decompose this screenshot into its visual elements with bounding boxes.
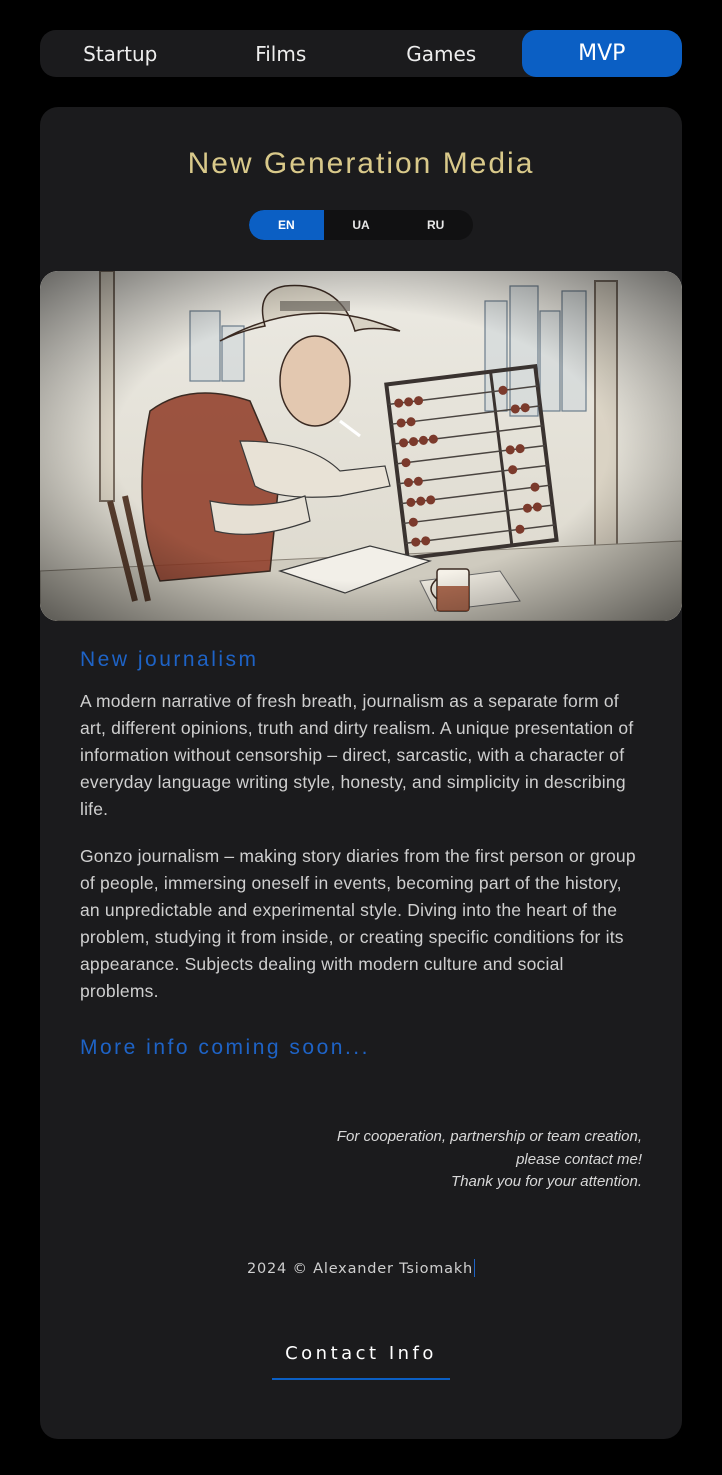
paragraph-gonzo-journalism: Gonzo journalism – making story diaries … xyxy=(80,846,636,1001)
journalist-abacus-illustration xyxy=(40,271,682,621)
note-line: Thank you for your attention. xyxy=(451,1173,642,1190)
tab-games[interactable]: Games xyxy=(361,30,522,77)
paragraph-new-journalism: A modern narrative of fresh breath, jour… xyxy=(80,691,634,819)
section-heading-new-journalism: New journalism xyxy=(80,648,259,671)
tab-startup[interactable]: Startup xyxy=(40,30,201,77)
language-option-ru[interactable]: RU xyxy=(398,210,473,240)
note-line: please contact me! xyxy=(516,1150,642,1168)
page-title: New Generation Media xyxy=(187,147,535,180)
copyright-text: 2024 © Alexander Tsiomakh xyxy=(246,1261,474,1277)
page: Startup Films Games MVP New Generation M… xyxy=(0,0,722,1475)
contact-info-button[interactable]: Contact Info xyxy=(272,1340,450,1380)
note-line: For cooperation, partnership or team cre… xyxy=(336,1128,642,1145)
cooperation-note: For cooperation, partnership or team cre… xyxy=(222,1126,642,1194)
text-cursor-icon xyxy=(474,1259,476,1277)
language-option-ua[interactable]: UA xyxy=(324,210,399,240)
language-option-en[interactable]: EN xyxy=(249,210,324,240)
copyright-footer: 2024 © Alexander Tsiomakh xyxy=(40,1259,682,1277)
more-info-heading: More info coming soon... xyxy=(80,1036,370,1059)
tab-films[interactable]: Films xyxy=(201,30,362,77)
top-navigation: Startup Films Games MVP xyxy=(40,30,682,77)
content-card: New Generation Media EN UA RU New journa… xyxy=(40,107,682,1439)
hero-illustration xyxy=(40,271,682,621)
tab-mvp[interactable]: MVP xyxy=(521,30,682,77)
language-switcher: EN UA RU xyxy=(249,210,473,240)
